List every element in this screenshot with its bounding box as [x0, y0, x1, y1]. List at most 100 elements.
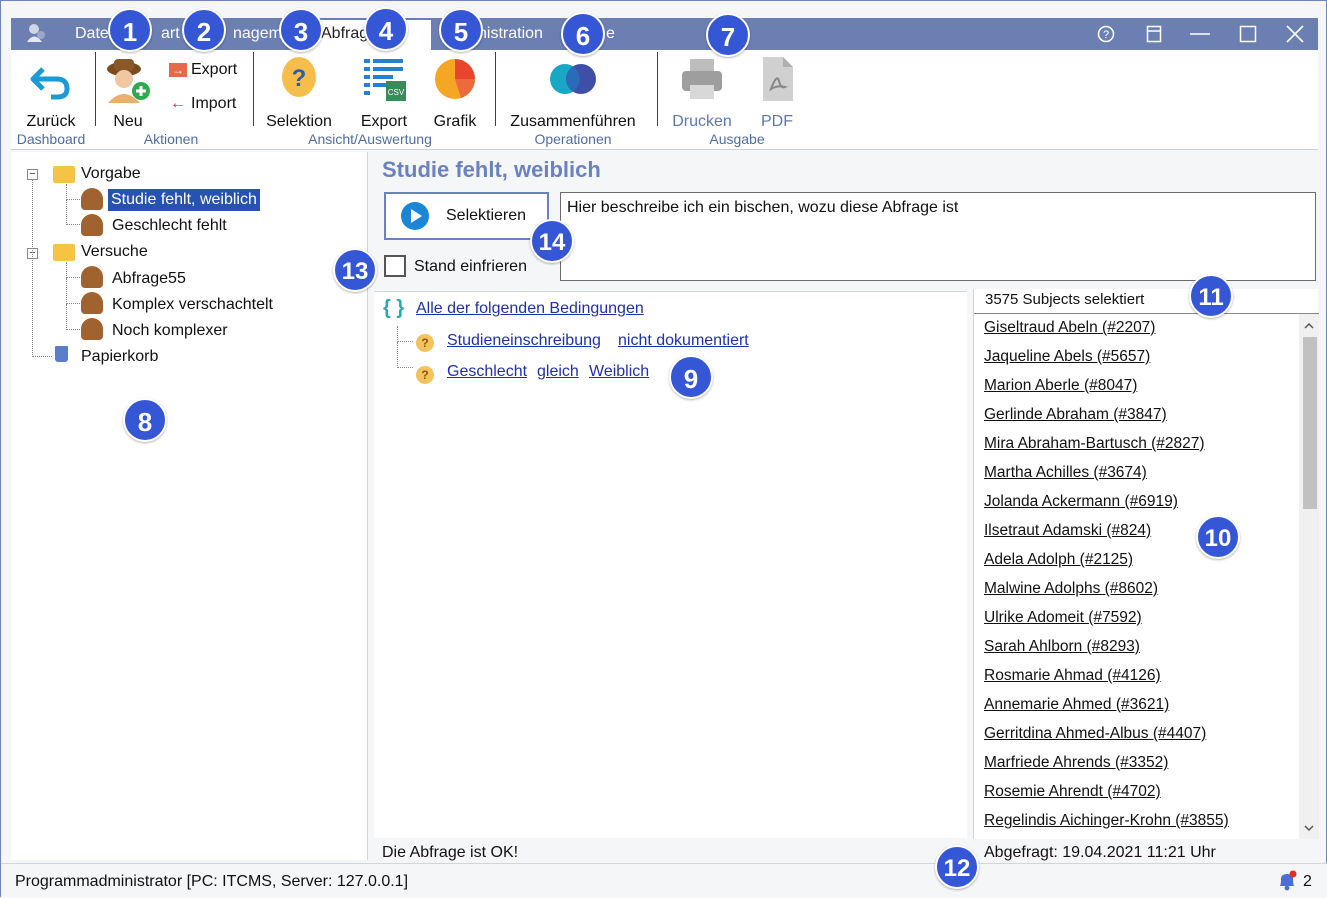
result-list-item[interactable]: Jaqueline Abels (#5657)	[984, 348, 1150, 366]
result-list-item[interactable]: Martha Achilles (#3674)	[984, 464, 1147, 482]
tab-start[interactable]: art	[161, 25, 180, 43]
condition2-value-link[interactable]: Weiblich	[589, 363, 649, 381]
minimize-icon[interactable]	[1187, 21, 1213, 47]
result-list-item[interactable]: Gerlinde Abraham (#3847)	[984, 406, 1167, 424]
tree-folder-vorgabe[interactable]: Vorgabe	[81, 163, 141, 185]
export-small-button[interactable]: → Export	[169, 61, 237, 79]
annotation-badge: 5	[439, 8, 483, 52]
folder-icon	[53, 244, 75, 261]
result-list: Giseltraud Abeln (#2207) Jaqueline Abels …	[974, 313, 1319, 839]
notification-bell-icon[interactable]	[1276, 870, 1298, 892]
trash-icon	[55, 346, 68, 362]
close-icon[interactable]	[1282, 21, 1308, 47]
result-list-item[interactable]: Jolanda Ackermann (#6919)	[984, 493, 1178, 511]
merge-circles-icon	[550, 64, 596, 94]
freeze-checkbox[interactable]	[384, 255, 406, 277]
notification-count: 2	[1303, 873, 1312, 890]
tree-item-abfrage55[interactable]: Abfrage55	[112, 268, 186, 290]
collapse-vorgabe-toggle[interactable]: −	[27, 169, 38, 180]
separator	[495, 52, 496, 126]
pdf-button[interactable]: PDF	[751, 55, 803, 131]
result-list-item[interactable]: Marion Aberle (#8047)	[984, 377, 1137, 395]
result-list-item[interactable]: Malwine Adolphs (#8602)	[984, 580, 1158, 598]
printer-icon	[682, 59, 722, 99]
tree-line	[66, 200, 82, 225]
select-run-label: Selektieren	[446, 207, 527, 224]
result-list-item[interactable]: Giseltraud Abeln (#2207)	[984, 319, 1155, 337]
condition2-operator-link[interactable]: gleich	[537, 363, 579, 381]
print-button[interactable]: Drucken	[667, 55, 737, 131]
user-info: Programmadministrator [PC: ITCMS, Server…	[15, 873, 409, 890]
merge-button[interactable]: Zusammenführen	[505, 55, 641, 131]
result-list-item[interactable]: Gerritdina Ahmed-Albus (#4407)	[984, 725, 1206, 743]
maximize-icon[interactable]	[1235, 21, 1261, 47]
result-list-item[interactable]: Ilsetraut Adamski (#824)	[984, 522, 1151, 540]
result-list-item[interactable]: Regelindis Aichinger-Krohn (#3855)	[984, 812, 1229, 830]
tab-datei[interactable]: Date	[75, 25, 109, 43]
new-subject-icon	[107, 59, 150, 103]
group-dashboard: Dashboard	[16, 131, 86, 147]
separator	[95, 52, 96, 126]
query-tree: − Vorgabe Studie fehlt, weiblich Geschle…	[11, 152, 368, 860]
export-button[interactable]: CSV Export	[355, 55, 413, 131]
result-list-item[interactable]: Sarah Ahlborn (#8293)	[984, 638, 1140, 656]
ribbon-toggle-icon[interactable]	[1141, 21, 1167, 47]
question-condition-icon: ?	[416, 334, 434, 352]
result-list-item[interactable]: Mira Abraham-Bartusch (#2827)	[984, 435, 1205, 453]
pdf-file-icon	[763, 57, 793, 101]
back-arrow-icon	[30, 67, 70, 100]
result-list-item[interactable]: Marfriede Ahrends (#3352)	[984, 754, 1168, 772]
scrollbar-thumb[interactable]	[1303, 337, 1317, 509]
new-button[interactable]: Neu	[99, 55, 157, 131]
condition-root-link[interactable]: Alle der folgenden Bedingungen	[416, 300, 644, 318]
annotation-badge: 3	[279, 8, 323, 52]
chart-button[interactable]: Grafik	[427, 55, 483, 131]
import-small-button[interactable]: ← Import	[169, 95, 236, 113]
query-title: Studie fehlt, weiblich	[382, 157, 601, 182]
tree-item-noch-komplexer[interactable]: Noch komplexer	[112, 320, 228, 342]
group-actions: Aktionen	[143, 131, 199, 147]
result-list-item[interactable]: Ulrike Adomeit (#7592)	[984, 609, 1142, 627]
select-run-button[interactable]: Selektieren	[384, 192, 549, 240]
tab-hilfe[interactable]: e	[606, 25, 615, 43]
tree-item-komplex[interactable]: Komplex verschachtelt	[112, 294, 273, 316]
query-status: Die Abfrage ist OK!	[382, 844, 519, 861]
tree-item-studie-fehlt[interactable]: Studie fehlt, weiblich	[108, 189, 260, 211]
tree-line	[66, 184, 82, 200]
result-list-item[interactable]: Adela Adolph (#2125)	[984, 551, 1133, 569]
pie-chart-icon	[435, 59, 475, 99]
query-editor: Studie fehlt, weiblich Selektieren Hier …	[373, 152, 1319, 861]
separator	[253, 52, 254, 126]
description-field[interactable]: Hier beschreibe ich ein bischen, wozu di…	[560, 192, 1316, 281]
export-small-label: Export	[191, 61, 238, 78]
freeze-label: Stand einfrieren	[414, 258, 527, 275]
tree-folder-versuche[interactable]: Versuche	[81, 241, 148, 263]
result-list-item[interactable]: Rosmarie Ahmad (#4126)	[984, 667, 1161, 685]
tree-item-papierkorb[interactable]: Papierkorb	[81, 346, 158, 368]
question-condition-icon: ?	[416, 366, 434, 384]
tab-administration[interactable]: nistration	[478, 25, 543, 43]
svg-text:CSV: CSV	[388, 88, 405, 97]
tab-management[interactable]: nagem	[233, 25, 282, 43]
result-list-item[interactable]: Rosemie Ahrendt (#4702)	[984, 783, 1161, 801]
folder-icon	[53, 166, 75, 183]
back-button[interactable]: Zurück	[21, 55, 81, 131]
condition1-operator-link[interactable]: nicht dokumentiert	[618, 332, 749, 350]
status-bar: Programmadministrator [PC: ITCMS, Server…	[1, 863, 1327, 898]
tree-item-geschlecht-fehlt[interactable]: Geschlecht fehlt	[112, 215, 227, 237]
scroll-down-icon[interactable]	[1299, 820, 1319, 836]
help-icon[interactable]: ?	[1093, 21, 1119, 47]
scroll-up-icon[interactable]	[1299, 318, 1319, 334]
selection-button[interactable]: ? Selektion	[263, 55, 335, 131]
annotation-badge: 6	[561, 12, 605, 56]
question-head-icon: ?	[282, 57, 316, 97]
condition1-field-link[interactable]: Studieneinschreibung	[447, 332, 601, 350]
condition2-field-link[interactable]: Geschlecht	[447, 363, 527, 381]
group-view: Ansicht/Auswertung	[308, 131, 432, 147]
tree-line	[66, 304, 82, 330]
print-label: Drucken	[672, 113, 732, 130]
result-list-item[interactable]: Annemarie Ahmed (#3621)	[984, 696, 1169, 714]
braces-icon: { }	[383, 297, 405, 319]
tree-line	[397, 342, 413, 368]
result-scrollbar[interactable]	[1299, 314, 1319, 839]
